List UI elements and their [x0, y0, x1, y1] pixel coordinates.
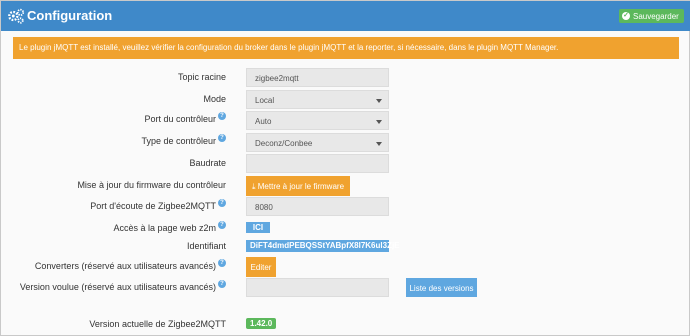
baudrate-input[interactable] [246, 154, 389, 173]
port-ecoute-input[interactable]: 8080 [246, 197, 389, 216]
edit-converters-button[interactable]: Editer [246, 257, 276, 277]
page-title: Configuration [27, 8, 113, 23]
type-controleur-label: Type de contrôleur? [141, 134, 226, 146]
save-button[interactable]: ✓ Sauvegarder [619, 9, 684, 23]
port-ecoute-label: Port d'écoute de Zigbee2MQTT? [90, 199, 226, 211]
identifiant-label: Identifiant [186, 241, 226, 251]
topic-racine-input[interactable]: zigbee2mqtt [246, 68, 389, 87]
check-circle-icon: ✓ [622, 12, 630, 20]
version-badge: 1.42.0 [246, 318, 277, 329]
version-voulue-label-text: Version voulue (réservé aux utilisateurs… [19, 282, 216, 292]
help-icon[interactable]: ? [218, 112, 226, 120]
mode-select[interactable]: Local [246, 90, 389, 109]
port-controleur-label-text: Port du contrôleur [144, 114, 216, 124]
version-voulue-input[interactable] [246, 278, 389, 297]
help-icon[interactable]: ? [218, 280, 226, 288]
help-icon[interactable]: ? [218, 221, 226, 229]
save-button-label: Sauvegarder [633, 11, 679, 21]
acces-web-label: Accès à la page web z2m? [113, 221, 226, 233]
version-list-button[interactable]: Liste des versions [406, 278, 477, 297]
update-firmware-button-label: Mettre à jour le firmware [257, 182, 345, 191]
version-voulue-label: Version voulue (réservé aux utilisateurs… [19, 280, 226, 292]
port-ecoute-label-text: Port d'écoute de Zigbee2MQTT [90, 201, 216, 211]
update-firmware-button[interactable]: ⤓ Mettre à jour le firmware [246, 176, 351, 196]
acces-web-label-text: Accès à la page web z2m [113, 223, 216, 233]
topic-racine-label: Topic racine [177, 72, 226, 82]
type-controleur-select[interactable]: Deconz/Conbee [246, 133, 389, 152]
help-icon[interactable]: ? [218, 199, 226, 207]
identifiant-value[interactable]: DiFT4dmdPEBQSStYABpfX8I7K6ul3ZjE [246, 240, 400, 252]
baudrate-label: Baudrate [189, 158, 226, 168]
firmware-label: Mise à jour du firmware du contrôleur [77, 180, 226, 190]
gears-icon [8, 8, 25, 24]
converters-label: Converters (réservé aux utilisateurs ava… [34, 259, 226, 271]
port-controleur-label: Port du contrôleur? [144, 112, 226, 124]
warning-alert: Le plugin jMQTT est installé, veuillez v… [13, 37, 679, 59]
version-actuelle-label: Version actuelle de Zigbee2MQTT [89, 319, 226, 329]
panel-header: Configuration ✓ Sauvegarder [1, 1, 690, 31]
help-icon[interactable]: ? [218, 134, 226, 142]
port-controleur-select[interactable]: Auto [246, 111, 389, 130]
configuration-panel: Configuration ✓ Sauvegarder Le plugin jM… [0, 0, 690, 336]
mode-label: Mode [203, 94, 226, 104]
z2m-web-link[interactable]: ICI [246, 222, 270, 233]
type-controleur-label-text: Type de contrôleur [141, 136, 216, 146]
help-icon[interactable]: ? [218, 259, 226, 267]
converters-label-text: Converters (réservé aux utilisateurs ava… [34, 261, 216, 271]
